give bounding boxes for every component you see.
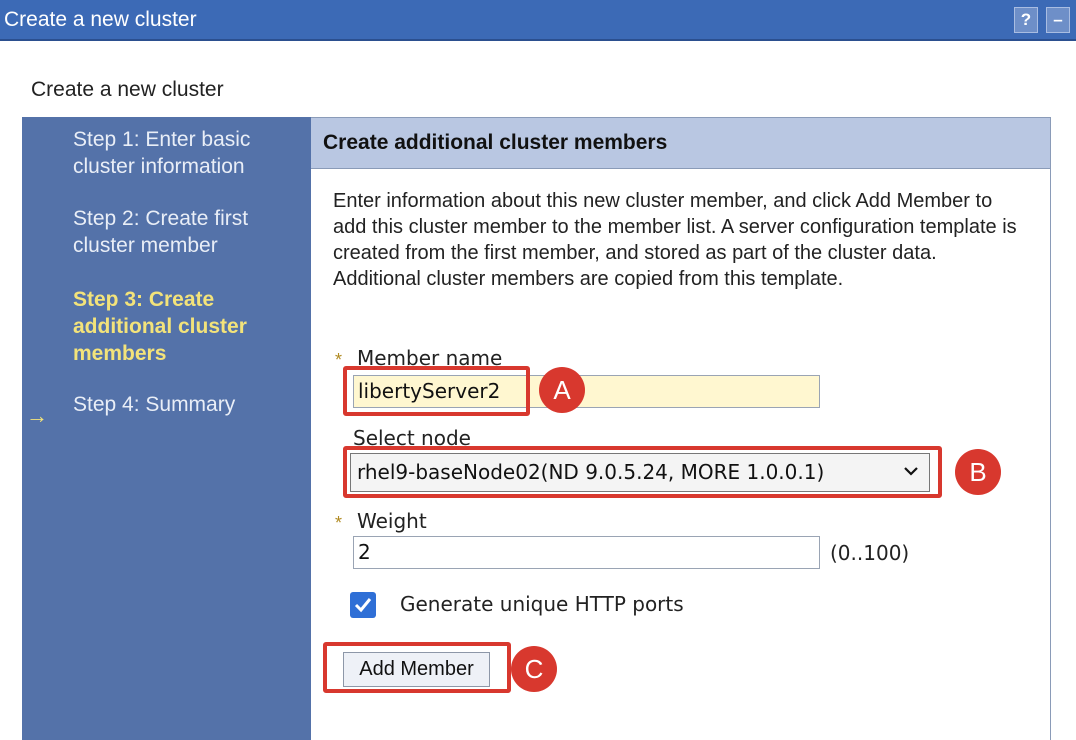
generate-ports-label[interactable]: Generate unique HTTP ports <box>400 592 684 616</box>
minimize-button[interactable]: – <box>1046 7 1070 33</box>
nav-step-2[interactable]: Step 2: Create first cluster member <box>73 205 303 259</box>
panel-title: Create additional cluster members <box>323 131 668 154</box>
required-marker-icon: * <box>335 513 343 533</box>
weight-label: Weight <box>357 509 427 533</box>
callout-badge-a: A <box>539 367 585 413</box>
panel-description: Enter information about this new cluster… <box>333 190 1017 290</box>
current-step-arrow-icon: → <box>26 403 48 428</box>
highlight-box-b <box>343 446 942 498</box>
callout-badge-c: C <box>511 646 557 692</box>
nav-step-3[interactable]: Step 3: Create additional cluster member… <box>73 286 303 367</box>
weight-range-hint: (0..100) <box>830 541 910 565</box>
required-marker-icon: * <box>335 350 343 370</box>
nav-step-1[interactable]: Step 1: Enter basic cluster information <box>73 126 303 180</box>
highlight-box-a <box>343 366 530 416</box>
help-button[interactable]: ? <box>1014 7 1038 33</box>
page-title: Create a new cluster <box>31 78 224 101</box>
panel-header: Create additional cluster members <box>311 118 1050 169</box>
callout-badge-b: B <box>955 449 1001 495</box>
weight-input[interactable]: 2 <box>353 536 820 569</box>
window-title-bar: Create a new cluster ? – <box>0 0 1076 41</box>
checkmark-icon <box>354 598 372 613</box>
nav-step-4[interactable]: Step 4: Summary <box>73 391 303 418</box>
wizard-step-nav: Step 1: Enter basic cluster information … <box>22 117 311 740</box>
window-title: Create a new cluster <box>4 8 197 31</box>
highlight-box-c <box>323 642 511 693</box>
generate-ports-checkbox[interactable] <box>350 592 376 618</box>
